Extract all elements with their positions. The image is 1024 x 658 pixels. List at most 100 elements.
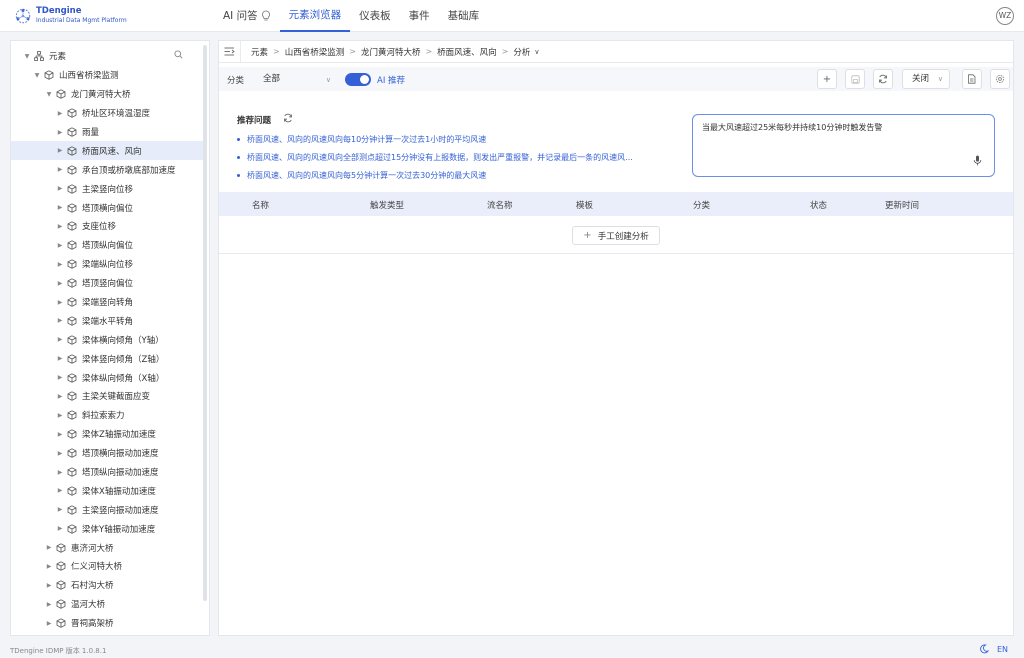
caret-right-icon[interactable]: ▶ <box>45 544 53 552</box>
caret-right-icon[interactable]: ▶ <box>56 204 64 212</box>
tree-node[interactable]: ▶ 梁体X轴振动加速度 <box>11 481 203 500</box>
tree-node[interactable]: ▶ 梁体横向倾角（Y轴） <box>11 330 203 349</box>
create-analysis-button[interactable]: + 手工创建分析 <box>572 226 660 245</box>
ai-recommend-toggle[interactable] <box>345 73 371 86</box>
tree-node[interactable]: ▶ 梁端竖向转角 <box>11 293 203 312</box>
tree-node[interactable]: ▶ 塔顶横向振动加速度 <box>11 444 203 463</box>
user-avatar[interactable]: WZ <box>996 7 1014 25</box>
caret-right-icon[interactable]: ▶ <box>56 147 64 155</box>
caret-right-icon[interactable]: ▶ <box>56 374 64 382</box>
tree-node[interactable]: ▶ 主梁竖向位移 <box>11 179 203 198</box>
settings-button[interactable] <box>990 69 1010 89</box>
caret-down-icon[interactable]: ▼ <box>33 71 41 79</box>
nav-library[interactable]: 基础库 <box>439 0 489 32</box>
caret-right-icon[interactable]: ▶ <box>56 279 64 287</box>
tree-node[interactable]: ▶ 塔顶竖向偏位 <box>11 274 203 293</box>
breadcrumb-item[interactable]: 桥面风速、风向 <box>437 46 497 58</box>
export-button[interactable] <box>962 69 982 89</box>
caret-right-icon[interactable]: ▶ <box>45 600 53 608</box>
nav-ai-qa[interactable]: AI 问答 <box>214 0 280 32</box>
caret-right-icon[interactable]: ▶ <box>45 581 53 589</box>
caret-right-icon[interactable]: ▶ <box>56 185 64 193</box>
refresh-button[interactable] <box>873 69 893 89</box>
tree-node[interactable]: ▶ 梁端水平转角 <box>11 311 203 330</box>
breadcrumb-item-current[interactable]: 分析 <box>513 46 530 58</box>
tree-node[interactable]: ▶ 石村沟大桥 <box>11 576 203 595</box>
breadcrumb-item[interactable]: 山西省桥梁监测 <box>285 46 345 58</box>
caret-right-icon[interactable]: ▶ <box>56 298 64 306</box>
tree-node[interactable]: ▶ 斜拉索索力 <box>11 406 203 425</box>
tree-node[interactable]: ▶ 惠济河大桥 <box>11 538 203 557</box>
microphone-icon[interactable] <box>973 155 982 166</box>
tree-node[interactable]: ▶ 梁体Z轴振动加速度 <box>11 425 203 444</box>
column-header-template[interactable]: 模板 <box>576 199 593 211</box>
tree-node[interactable]: ▶ 温河大桥 <box>11 595 203 614</box>
caret-right-icon[interactable]: ▶ <box>56 506 64 514</box>
menu-toggle-button[interactable] <box>219 40 241 63</box>
tree-node[interactable]: ▼ 元素 <box>11 47 203 66</box>
tree-node[interactable]: ▶ 雨量 <box>11 123 203 142</box>
chevron-down-icon[interactable]: ∨ <box>534 48 539 56</box>
caret-right-icon[interactable]: ▶ <box>56 336 64 344</box>
tree-node[interactable]: ▶ 梁体纵向倾角（X轴） <box>11 368 203 387</box>
caret-right-icon[interactable]: ▶ <box>56 487 64 495</box>
tree-node[interactable]: ▶ 梁端纵向位移 <box>11 255 203 274</box>
caret-right-icon[interactable]: ▶ <box>45 619 53 627</box>
tree-node[interactable]: ▶ 梁体Y轴振动加速度 <box>11 519 203 538</box>
caret-right-icon[interactable]: ▶ <box>56 449 64 457</box>
recommend-question[interactable]: 桥面风速、风向的风速风向每10分钟计算一次过去1小时的平均风速 <box>237 130 633 148</box>
nav-events[interactable]: 事件 <box>400 0 439 32</box>
caret-right-icon[interactable]: ▶ <box>56 411 64 419</box>
language-switch[interactable]: EN <box>997 645 1008 654</box>
tree-node[interactable]: ▶ 桥面风速、风向 <box>11 141 203 161</box>
caret-right-icon[interactable]: ▶ <box>56 222 64 230</box>
caret-right-icon[interactable]: ▶ <box>56 109 64 117</box>
caret-right-icon[interactable]: ▶ <box>56 241 64 249</box>
caret-down-icon[interactable]: ▼ <box>45 90 53 98</box>
column-header-stream-name[interactable]: 流名称 <box>487 199 513 211</box>
caret-right-icon[interactable]: ▶ <box>56 355 64 363</box>
caret-right-icon[interactable]: ▶ <box>56 128 64 136</box>
logo[interactable]: TDengine Industrial Data Mgmt Platform <box>14 6 127 26</box>
caret-right-icon[interactable]: ▶ <box>56 392 64 400</box>
tree-node[interactable]: ▶ 仁义河特大桥 <box>11 557 203 576</box>
caret-right-icon[interactable]: ▶ <box>56 317 64 325</box>
caret-right-icon[interactable]: ▶ <box>56 468 64 476</box>
column-header-trigger-type[interactable]: 触发类型 <box>370 199 404 211</box>
save-button[interactable] <box>845 69 865 89</box>
ai-question-input[interactable]: 当最大风速超过25米每秒并持续10分钟时触发告警 <box>692 114 995 177</box>
tree-node[interactable]: ▶ 塔顶纵向偏位 <box>11 236 203 255</box>
moon-icon[interactable] <box>979 644 989 654</box>
tree-node[interactable]: ▶ 桥址区环境温湿度 <box>11 104 203 123</box>
breadcrumb-item[interactable]: 元素 <box>251 46 268 58</box>
tree-node[interactable]: ▼ 山西省桥梁监测 <box>11 66 203 85</box>
refresh-icon[interactable] <box>283 113 293 123</box>
tree-node[interactable]: ▶ 晋祠高架桥 <box>11 614 203 633</box>
add-button[interactable]: + <box>817 69 837 89</box>
tree-node[interactable]: ▶ 支座位移 <box>11 217 203 236</box>
breadcrumb-item[interactable]: 龙门黄河特大桥 <box>361 46 421 58</box>
nav-dashboard[interactable]: 仪表板 <box>350 0 400 32</box>
tree-node[interactable]: ▶ 主梁关键截面应变 <box>11 387 203 406</box>
nav-element-browser[interactable]: 元素浏览器 <box>279 0 351 32</box>
recommend-question[interactable]: 桥面风速、风向的风速风向全部测点超过15分钟没有上报数据，则发出严重报警，并记录… <box>237 148 633 166</box>
tree-node[interactable]: ▶ 承台顶或桥墩底部加速度 <box>11 160 203 179</box>
caret-right-icon[interactable]: ▶ <box>56 525 64 533</box>
caret-right-icon[interactable]: ▶ <box>45 562 53 570</box>
column-header-status[interactable]: 状态 <box>810 199 827 211</box>
recommend-question[interactable]: 桥面风速、风向的风速风向每5分钟计算一次过去30分钟的最大风速 <box>237 166 633 184</box>
column-header-name[interactable]: 名称 <box>252 199 269 211</box>
column-header-category[interactable]: 分类 <box>693 199 710 211</box>
tree-node[interactable]: ▼ 龙门黄河特大桥 <box>11 85 203 104</box>
column-header-updated-time[interactable]: 更新时间 <box>885 199 919 211</box>
caret-right-icon[interactable]: ▶ <box>56 430 64 438</box>
tree-node[interactable]: ▶ 塔顶纵向振动加速度 <box>11 463 203 482</box>
tree-node[interactable]: ▶ 主梁竖向振动加速度 <box>11 500 203 519</box>
tree-node[interactable]: ▶ 塔顶横向偏位 <box>11 198 203 217</box>
close-select[interactable]: 关闭 ∨ <box>902 69 950 89</box>
caret-right-icon[interactable]: ▶ <box>56 260 64 268</box>
sidebar-scrollbar[interactable] <box>203 45 207 601</box>
tree-node[interactable]: ▶ 梁体竖向倾角（Z轴） <box>11 349 203 368</box>
caret-right-icon[interactable]: ▶ <box>56 166 64 174</box>
category-select[interactable]: 全部 ∨ <box>255 71 337 87</box>
